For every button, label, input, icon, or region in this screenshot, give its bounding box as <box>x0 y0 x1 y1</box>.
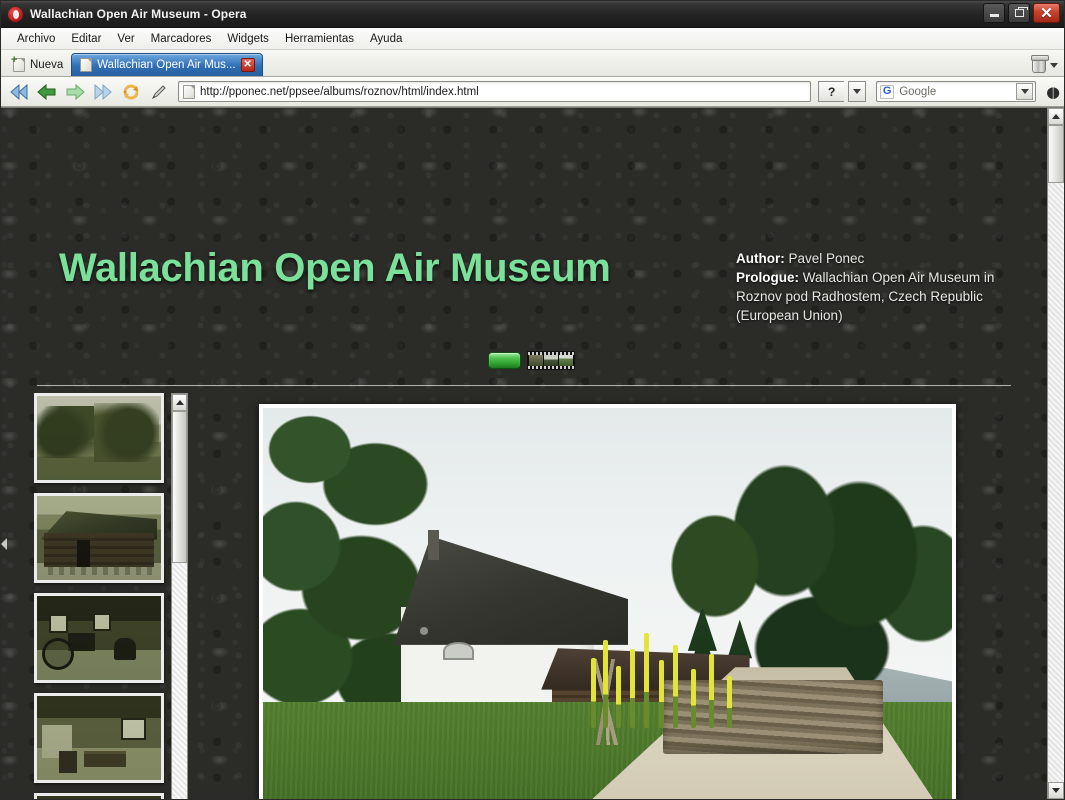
sepia-overlay <box>37 796 161 799</box>
minimize-button[interactable] <box>983 3 1005 23</box>
browser-viewport: Wallachian Open Air Museum Author: Pavel… <box>1 107 1064 799</box>
back-button[interactable] <box>35 80 59 104</box>
thumbnail-scroll-up-button[interactable] <box>172 394 187 411</box>
menu-item-ayuda[interactable]: Ayuda <box>362 31 410 47</box>
trash-icon[interactable] <box>1031 55 1049 73</box>
menu-item-ver[interactable]: Ver <box>109 31 142 47</box>
sepia-overlay <box>37 396 161 480</box>
google-icon: G <box>880 84 895 99</box>
sepia-overlay <box>37 596 161 680</box>
thumbnail-item[interactable] <box>34 793 164 799</box>
author-label: Author: <box>736 251 785 266</box>
tab-close-icon[interactable]: ✕ <box>240 58 255 72</box>
main-photo[interactable]: PPSee 1.27 <box>263 408 952 799</box>
thumbnail-scrollbar[interactable] <box>171 393 188 799</box>
thumbnail-item[interactable] <box>34 493 164 583</box>
divider-top <box>37 385 1011 386</box>
author-value: Pavel Ponec <box>784 251 865 266</box>
triangle-up-icon <box>175 400 184 405</box>
slideshow-button-icon[interactable] <box>488 352 521 369</box>
new-tab-label: Nueva <box>30 58 64 71</box>
page-edge-marker <box>1 538 7 550</box>
window-title: Wallachian Open Air Museum - Opera <box>30 7 247 21</box>
prologue-line: Prologue: Wallachian Open Air Museum in … <box>736 268 1036 325</box>
page-scroll-up-button[interactable] <box>1048 108 1064 125</box>
page-icon <box>80 58 93 72</box>
trash-zone[interactable] <box>1031 55 1058 73</box>
minimize-icon <box>989 14 999 17</box>
opera-browser-window: Wallachian Open Air Museum - Opera ✕ Arc… <box>0 0 1065 800</box>
thumbnail-item[interactable] <box>34 593 164 683</box>
pencil-icon <box>150 83 168 101</box>
close-icon: ✕ <box>1040 4 1053 22</box>
rewind-button[interactable] <box>7 80 31 104</box>
forward-arrow-icon <box>65 83 85 100</box>
glasses-icon[interactable]: ◖◗ <box>1046 83 1060 101</box>
window-controls: ✕ <box>983 3 1060 23</box>
filmstrip-icon[interactable] <box>527 351 575 370</box>
back-arrow-icon <box>37 83 57 100</box>
new-tab-icon <box>11 54 25 72</box>
menu-item-editar[interactable]: Editar <box>63 31 109 47</box>
menu-item-archivo[interactable]: Archivo <box>9 31 63 47</box>
fast-forward-icon <box>93 83 113 100</box>
search-input[interactable]: Google <box>899 86 1011 98</box>
thumbnail-scrollbar-thumb[interactable] <box>172 411 187 563</box>
new-tab-button[interactable]: Nueva <box>9 53 71 76</box>
page-scroll-down-button[interactable] <box>1048 782 1064 799</box>
chevron-down-icon[interactable] <box>1050 62 1058 68</box>
triangle-up-icon <box>1052 114 1060 119</box>
page-icon <box>183 84 195 99</box>
fast-forward-button[interactable] <box>91 80 115 104</box>
tab-bar: Nueva Wallachian Open Air Mus... ✕ <box>1 50 1064 77</box>
sepia-overlay <box>37 496 161 580</box>
main-photo-frame[interactable]: PPSee 1.27 <box>259 404 956 799</box>
yellow-mullein-flowers <box>580 615 759 728</box>
tab-label: Wallachian Open Air Mus... <box>97 59 236 71</box>
menu-item-marcadores[interactable]: Marcadores <box>143 31 220 47</box>
menu-bar: Archivo Editar Ver Marcadores Widgets He… <box>1 28 1064 50</box>
tab-wallachian-open-air-museum[interactable]: Wallachian Open Air Mus... ✕ <box>71 53 264 76</box>
thumbnail-item[interactable] <box>34 693 164 783</box>
address-bar[interactable]: http://pponec.net/ppsee/albums/roznov/ht… <box>178 81 812 102</box>
reload-icon <box>122 83 140 101</box>
address-input[interactable]: http://pponec.net/ppsee/albums/roznov/ht… <box>200 86 479 98</box>
filmstrip-frame <box>529 355 543 366</box>
title-bar: Wallachian Open Air Museum - Opera ✕ <box>1 1 1064 28</box>
page-scrollbar-thumb[interactable] <box>1048 125 1064 183</box>
close-button[interactable]: ✕ <box>1033 3 1060 23</box>
chevron-down-icon <box>1020 89 1029 94</box>
forward-button[interactable] <box>63 80 87 104</box>
edit-button[interactable] <box>147 80 171 104</box>
chevron-down-icon <box>853 89 862 94</box>
rewind-icon <box>9 83 29 100</box>
author-line: Author: Pavel Ponec <box>736 249 1036 268</box>
restore-icon <box>1014 7 1028 17</box>
restore-button[interactable] <box>1008 3 1030 23</box>
thumbnail-list <box>34 393 186 799</box>
sepia-overlay <box>37 696 161 780</box>
menu-item-herramientas[interactable]: Herramientas <box>277 31 362 47</box>
triangle-down-icon <box>1052 788 1060 793</box>
reload-button[interactable] <box>119 80 143 104</box>
album-metadata: Author: Pavel Ponec Prologue: Wallachian… <box>736 249 1036 326</box>
navigation-toolbar: http://pponec.net/ppsee/albums/roznov/ht… <box>1 77 1064 107</box>
album-nav-icons <box>488 351 575 370</box>
help-button[interactable]: ? <box>818 81 845 102</box>
filmstrip-frame <box>544 355 558 366</box>
menu-item-widgets[interactable]: Widgets <box>219 31 277 47</box>
prologue-label: Prologue: <box>736 270 799 286</box>
page-scrollbar-track[interactable] <box>1048 183 1064 782</box>
thumbnail-item[interactable] <box>34 393 164 483</box>
search-engine-dropdown[interactable] <box>1016 83 1034 100</box>
opera-logo-icon <box>8 6 23 22</box>
page-scrollbar[interactable] <box>1047 108 1064 799</box>
search-bar[interactable]: G Google <box>876 81 1037 102</box>
thumbnail-scrollbar-track[interactable] <box>172 563 187 799</box>
filmstrip-frame <box>559 355 574 366</box>
help-dropdown-button[interactable] <box>848 81 867 102</box>
web-page-content: Wallachian Open Air Museum Author: Pavel… <box>1 108 1047 799</box>
page-title: Wallachian Open Air Museum <box>59 246 611 290</box>
